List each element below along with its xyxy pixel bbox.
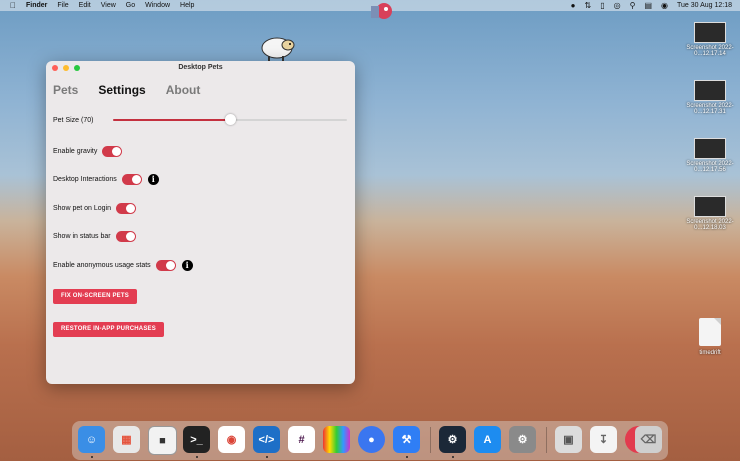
window-title: Desktop Pets bbox=[178, 64, 223, 71]
setting-row-usage-stats: Enable anonymous usage stats i bbox=[53, 260, 193, 271]
dock-color-bars-icon[interactable] bbox=[323, 426, 350, 453]
screenshot-thumbnail-icon bbox=[694, 138, 726, 159]
dock-vscode-icon[interactable]: </> bbox=[253, 426, 280, 453]
setting-label: Show in status bar bbox=[53, 233, 111, 240]
setting-row-interactions: Desktop Interactions i bbox=[53, 174, 159, 185]
document-icon bbox=[699, 318, 721, 346]
setting-row-login: Show pet on Login bbox=[53, 203, 136, 214]
dock-trash-icon[interactable]: ⌫ bbox=[635, 426, 662, 453]
info-icon[interactable]: i bbox=[147, 174, 159, 185]
desktop-file-label: timedrift bbox=[699, 350, 721, 356]
dock-xcode-icon[interactable]: ⚒ bbox=[393, 426, 420, 453]
dock-finder-icon[interactable]: ☺ bbox=[78, 426, 105, 453]
menu-window[interactable]: Window bbox=[145, 2, 170, 9]
desktop-file-screenshot-4[interactable]: Screenshot 2022-0...12.18.03 bbox=[680, 196, 740, 231]
desktop-file-label: Screenshot 2022-0...12.17.14 bbox=[686, 45, 734, 57]
screenshot-thumbnail-icon bbox=[694, 22, 726, 43]
dock-slack-icon[interactable]: # bbox=[288, 426, 315, 453]
restore-purchases-button[interactable]: RESTORE IN-APP PURCHASES bbox=[53, 322, 164, 337]
dock-separator bbox=[430, 427, 431, 453]
dock: ☺ ▦ ■ >_ ◉ </> # ● ⚒ ⚙ A ⚙ ▣ ↧ ⌫ bbox=[72, 421, 668, 460]
pet-size-slider[interactable] bbox=[113, 114, 347, 125]
dock-downloads-icon[interactable]: ↧ bbox=[590, 426, 617, 453]
dock-app-store-icon[interactable]: A bbox=[474, 426, 501, 453]
wifi-icon[interactable]: ◎ bbox=[614, 0, 621, 11]
tab-settings[interactable]: Settings bbox=[98, 83, 145, 97]
desktop-pets-window: Desktop Pets Pets Settings About Pet Siz… bbox=[46, 61, 355, 384]
pet-sprite-icon[interactable] bbox=[368, 0, 394, 22]
status-bar-toggle[interactable] bbox=[115, 231, 136, 242]
desktop-file-label: Screenshot 2022-0...12.17.31 bbox=[686, 103, 734, 115]
show-on-login-toggle[interactable] bbox=[116, 203, 136, 214]
tab-about[interactable]: About bbox=[166, 83, 201, 97]
setting-label: Show pet on Login bbox=[53, 205, 111, 212]
desktop-file-screenshot-3[interactable]: Screenshot 2022-0...12.17.56 bbox=[680, 138, 740, 173]
setting-row-status-bar: Show in status bar bbox=[53, 231, 136, 242]
siri-icon[interactable]: ◉ bbox=[661, 0, 668, 11]
dock-launchpad-icon[interactable]: ▦ bbox=[113, 426, 140, 453]
pet-size-slider-fill bbox=[113, 119, 230, 121]
desktop-file-label: Screenshot 2022-0...12.18.03 bbox=[686, 219, 734, 231]
desktop-file-timedrift[interactable]: timedrift bbox=[680, 318, 740, 356]
screenshot-thumbnail-icon bbox=[694, 196, 726, 217]
status-area: ● ⇅ ▯ ◎ ⚲ ▤ ◉ Tue 30 Aug 12:18 bbox=[571, 0, 732, 11]
desktop-file-label: Screenshot 2022-0...12.17.56 bbox=[686, 161, 734, 173]
battery-icon[interactable]: ▯ bbox=[600, 0, 604, 11]
setting-label: Enable gravity bbox=[53, 148, 98, 155]
menu-go[interactable]: Go bbox=[126, 2, 135, 9]
running-indicator bbox=[406, 456, 408, 458]
menu-help[interactable]: Help bbox=[180, 2, 194, 9]
apple-icon[interactable]:  bbox=[8, 1, 18, 10]
menu-view[interactable]: View bbox=[101, 2, 116, 9]
dock-chrome-icon[interactable]: ◉ bbox=[218, 426, 245, 453]
dock-steam-icon[interactable]: ⚙ bbox=[439, 426, 466, 453]
setting-row-gravity: Enable gravity bbox=[53, 146, 123, 157]
search-icon[interactable]: ⚲ bbox=[630, 0, 636, 11]
desktop:  Finder File Edit View Go Window Help ●… bbox=[0, 0, 740, 461]
toggle-knob bbox=[125, 232, 135, 241]
desktop-file-screenshot-2[interactable]: Screenshot 2022-0...12.17.31 bbox=[680, 80, 740, 115]
setting-label: Desktop Interactions bbox=[53, 176, 117, 183]
toggle-knob bbox=[131, 175, 141, 184]
dock-desktop-pets-icon[interactable]: ■ bbox=[148, 426, 177, 455]
menu-edit[interactable]: Edit bbox=[79, 2, 91, 9]
tab-bar: Pets Settings About bbox=[53, 83, 200, 97]
tab-pets[interactable]: Pets bbox=[53, 83, 78, 97]
dock-system-preferences-icon[interactable]: ⚙ bbox=[509, 426, 536, 453]
running-indicator bbox=[196, 456, 198, 458]
setting-label: Enable anonymous usage stats bbox=[53, 262, 151, 269]
running-indicator bbox=[266, 456, 268, 458]
dock-separator bbox=[546, 427, 547, 453]
pet-size-slider-thumb[interactable] bbox=[225, 114, 236, 125]
dock-signal-icon[interactable]: ● bbox=[358, 426, 385, 453]
window-titlebar[interactable]: Desktop Pets bbox=[46, 61, 355, 75]
desktop-file-screenshot-1[interactable]: Screenshot 2022-0...12.17.14 bbox=[680, 22, 740, 57]
clock[interactable]: Tue 30 Aug 12:18 bbox=[677, 2, 732, 9]
control-center-icon[interactable]: ▤ bbox=[644, 0, 652, 11]
info-icon[interactable]: i bbox=[181, 260, 193, 271]
pet-size-row: Pet Size (70) bbox=[53, 117, 93, 124]
menu-app-name[interactable]: Finder bbox=[26, 2, 47, 9]
dock-terminal-icon[interactable]: >_ bbox=[183, 426, 210, 453]
usage-stats-toggle[interactable] bbox=[155, 260, 176, 271]
screenshot-thumbnail-icon bbox=[694, 80, 726, 101]
pet-size-label: Pet Size (70) bbox=[53, 117, 94, 124]
toggle-knob bbox=[126, 204, 135, 213]
running-indicator bbox=[91, 456, 93, 458]
gravity-toggle[interactable] bbox=[102, 146, 123, 157]
running-indicator bbox=[452, 456, 454, 458]
dock-preview-icon[interactable]: ▣ bbox=[555, 426, 582, 453]
toggle-knob bbox=[165, 261, 175, 270]
sheep-pet-icon[interactable] bbox=[258, 34, 296, 62]
fix-on-screen-pets-button[interactable]: FIX ON-SCREEN PETS bbox=[53, 289, 137, 304]
interactions-toggle[interactable] bbox=[121, 174, 142, 185]
toggle-knob bbox=[112, 147, 122, 156]
signal-icon[interactable]: ⇅ bbox=[584, 0, 591, 11]
menu-file[interactable]: File bbox=[57, 2, 68, 9]
pet-status-icon[interactable]: ● bbox=[571, 0, 576, 11]
